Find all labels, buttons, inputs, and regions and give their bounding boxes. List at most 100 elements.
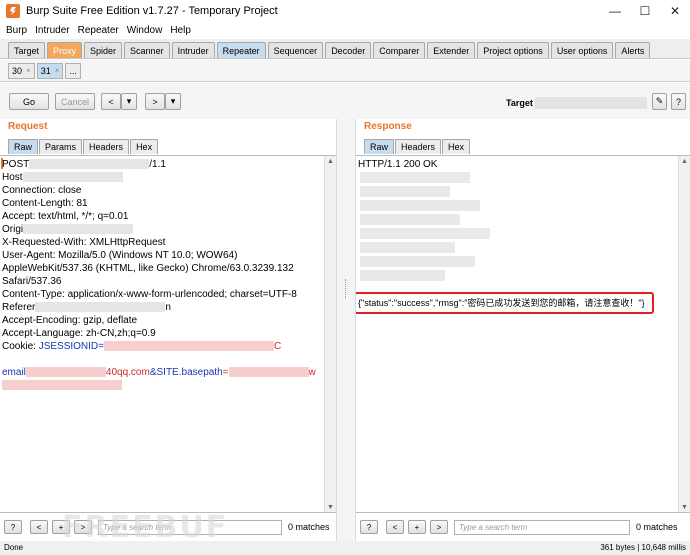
scroll-down-icon[interactable]: ▼ xyxy=(679,502,690,512)
response-tab-headers[interactable]: Headers xyxy=(395,139,442,154)
request-line: POST/1.1 xyxy=(2,159,166,170)
tab-project-options[interactable]: Project options xyxy=(477,42,549,58)
new-tab-button[interactable]: ... xyxy=(65,62,81,79)
window-controls: — ☐ ✕ xyxy=(600,0,690,22)
search-prev-button[interactable]: < xyxy=(386,520,404,534)
redacted-header xyxy=(360,172,470,183)
close-window-button[interactable]: ✕ xyxy=(660,0,690,22)
request-match-count: 0 matches xyxy=(288,522,330,532)
search-next-button[interactable]: > xyxy=(430,520,448,534)
redacted-header xyxy=(360,256,475,267)
tab-intruder[interactable]: Intruder xyxy=(171,42,215,58)
request-editor[interactable]: POST/1.1 Host Connection: close Content-… xyxy=(0,155,336,513)
close-tab-icon[interactable]: × xyxy=(55,66,60,75)
repeater-toolbar: Go Cancel < ▾ > ▾ Target ✎ ? xyxy=(0,83,690,119)
minimize-button[interactable]: — xyxy=(600,0,630,22)
redacted-header xyxy=(360,200,480,211)
search-help-button[interactable]: ? xyxy=(4,520,22,534)
tab-decoder[interactable]: Decoder xyxy=(325,42,372,58)
request-line: Cookie: JSESSIONID= C xyxy=(2,341,282,352)
tab-scanner[interactable]: Scanner xyxy=(124,42,170,58)
response-search-bar: ? < + > Type a search term 0 matches xyxy=(356,515,678,539)
response-pane: Response Raw Headers Hex HTTP/1.1 200 OK… xyxy=(356,119,690,541)
request-line: User-Agent: Mozilla/5.0 (Windows NT 10.0… xyxy=(2,250,238,261)
response-tab-raw[interactable]: Raw xyxy=(364,139,395,154)
request-body: email 40qq.com&SITE.basepath= w xyxy=(2,367,316,378)
response-match-count: 0 matches xyxy=(636,522,678,532)
menu-bar: Burp Intruder Repeater Window Help xyxy=(0,22,690,38)
close-tab-icon[interactable]: × xyxy=(26,66,31,75)
forward-button[interactable]: > xyxy=(145,93,165,110)
burp-logo-icon xyxy=(6,4,20,18)
tab-comparer[interactable]: Comparer xyxy=(373,42,426,58)
scroll-down-icon[interactable]: ▼ xyxy=(325,502,336,512)
request-line: AppleWebKit/537.36 (KHTML, like Gecko) C… xyxy=(2,263,294,274)
back-history-dropdown[interactable]: ▾ xyxy=(121,93,137,110)
pane-splitter[interactable] xyxy=(336,119,356,541)
request-tab-headers[interactable]: Headers xyxy=(83,139,130,154)
request-tab-raw[interactable]: Raw xyxy=(8,139,39,154)
search-options-button[interactable]: + xyxy=(408,520,426,534)
repeater-tab-bar: 30 × 31 × ... xyxy=(0,60,690,82)
tab-proxy[interactable]: Proxy xyxy=(47,42,83,58)
repeater-tab-30[interactable]: 30 × xyxy=(8,62,35,79)
cancel-button[interactable]: Cancel xyxy=(55,93,95,110)
splitter-grip-icon xyxy=(345,279,348,299)
tab-sequencer[interactable]: Sequencer xyxy=(267,42,324,58)
tab-extender[interactable]: Extender xyxy=(427,42,476,58)
response-editor[interactable]: HTTP/1.1 200 OK {"status":"success","rms… xyxy=(356,155,690,513)
request-line: Safari/537.36 xyxy=(2,276,62,287)
request-line: Host xyxy=(2,171,123,184)
request-tab-params[interactable]: Params xyxy=(39,139,83,154)
menu-help[interactable]: Help xyxy=(170,25,191,36)
request-pane: Request Raw Params Headers Hex POST/1.1 … xyxy=(0,119,336,541)
window-title: Burp Suite Free Edition v1.7.27 - Tempor… xyxy=(26,5,278,17)
redacted-header xyxy=(360,214,460,225)
scroll-up-icon[interactable]: ▲ xyxy=(325,156,336,166)
request-line: Content-Type: application/x-www-form-url… xyxy=(2,289,297,300)
go-button[interactable]: Go xyxy=(9,93,49,110)
menu-intruder[interactable]: Intruder xyxy=(35,25,69,36)
search-prev-button[interactable]: < xyxy=(30,520,48,534)
forward-history-dropdown[interactable]: ▾ xyxy=(165,93,181,110)
menu-repeater[interactable]: Repeater xyxy=(78,25,119,36)
menu-window[interactable]: Window xyxy=(127,25,163,36)
repeater-tab-label: 30 xyxy=(12,65,23,76)
tab-user-options[interactable]: User options xyxy=(550,42,614,58)
tab-target[interactable]: Target xyxy=(8,42,46,58)
edit-target-icon[interactable]: ✎ xyxy=(652,93,667,110)
redacted-header xyxy=(360,270,445,281)
scroll-up-icon[interactable]: ▲ xyxy=(679,156,690,166)
response-search-input[interactable]: Type a search term xyxy=(454,519,630,535)
request-line: Referer n xyxy=(2,302,171,313)
tab-spider[interactable]: Spider xyxy=(84,42,123,58)
redacted-header xyxy=(360,186,450,197)
request-tab-hex[interactable]: Hex xyxy=(130,139,159,154)
help-button[interactable]: ? xyxy=(671,93,686,110)
menu-burp[interactable]: Burp xyxy=(6,25,27,36)
repeater-tab-31[interactable]: 31 × xyxy=(36,62,64,79)
redacted-header xyxy=(360,242,455,253)
maximize-button[interactable]: ☐ xyxy=(630,0,660,22)
target-label: Target xyxy=(506,98,533,108)
back-button[interactable]: < xyxy=(101,93,121,110)
tab-repeater[interactable]: Repeater xyxy=(216,42,266,58)
request-line: Connection: close xyxy=(2,185,82,196)
request-line: Accept-Encoding: gzip, deflate xyxy=(2,315,138,326)
response-status-line: HTTP/1.1 200 OK xyxy=(358,159,438,170)
target-host-redacted[interactable] xyxy=(535,97,647,109)
request-view-tabs: Raw Params Headers Hex xyxy=(8,139,159,154)
request-body-continued xyxy=(2,379,122,392)
response-title: Response xyxy=(364,121,412,132)
highlight-annotation xyxy=(356,292,654,314)
request-title: Request xyxy=(8,121,48,132)
watermark: FREEBUF xyxy=(62,510,229,545)
tab-alerts[interactable]: Alerts xyxy=(615,42,651,58)
request-line: Content-Length: 81 xyxy=(2,198,88,209)
search-help-button[interactable]: ? xyxy=(360,520,378,534)
request-scrollbar[interactable]: ▲ ▼ xyxy=(324,156,336,512)
request-line: Accept: text/html, */*; q=0.01 xyxy=(2,211,129,222)
response-scrollbar[interactable]: ▲ ▼ xyxy=(678,156,690,512)
response-tab-hex[interactable]: Hex xyxy=(442,139,471,154)
status-text: Done xyxy=(4,543,24,552)
